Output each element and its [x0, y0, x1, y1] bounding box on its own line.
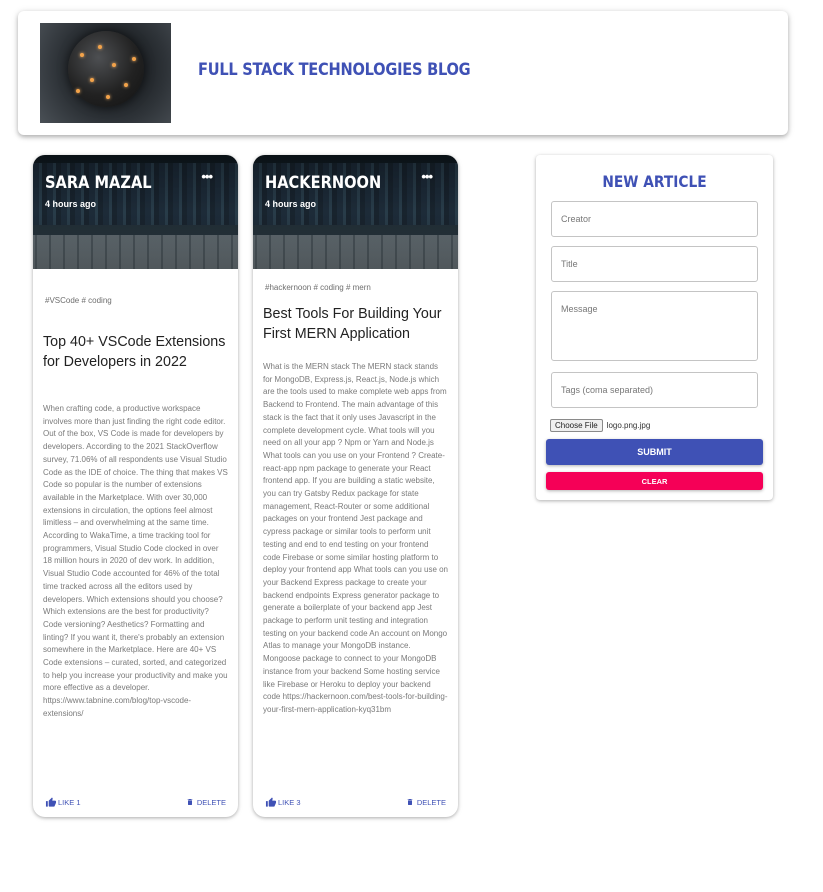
post-tags: #VSCode # coding [45, 296, 112, 305]
delete-button[interactable]: DELETE [406, 797, 446, 807]
message-field[interactable]: Message [551, 291, 758, 361]
like-button[interactable]: LIKE 3 [265, 797, 301, 808]
creator-placeholder: Creator [561, 214, 592, 224]
delete-label: DELETE [196, 797, 226, 807]
post-time: 4 hours ago [265, 199, 317, 209]
file-input: Choose File logo.png.jpg [550, 419, 650, 432]
app-bar: FULL STACK TECHNOLOGIES BLOG [18, 11, 788, 135]
post-message: When crafting code, a productive workspa… [43, 404, 228, 718]
post-card: SARA MAZAL 4 hours ago ••• #VSCode # cod… [33, 155, 238, 817]
post-tags: #hackernoon # coding # mern [265, 283, 371, 292]
more-options-icon[interactable]: ••• [201, 169, 213, 184]
thumb-up-icon [45, 797, 57, 807]
message-placeholder: Message [561, 304, 598, 314]
like-button[interactable]: LIKE 1 [45, 797, 81, 808]
file-name: logo.png.jpg [606, 421, 651, 430]
form-heading: NEW ARTICLE [602, 172, 707, 191]
trash-icon [407, 799, 413, 805]
delete-button[interactable]: DELETE [186, 797, 226, 807]
creator-field[interactable]: Creator [551, 201, 758, 237]
post-title: Best Tools For Building Your First MERN … [263, 306, 442, 342]
post-image: HACKERNOON 4 hours ago ••• [253, 155, 458, 269]
post-message: What is the MERN stack The MERN stack st… [263, 362, 449, 714]
choose-file-button[interactable]: Choose File [550, 419, 603, 432]
post-card: HACKERNOON 4 hours ago ••• #hackernoon #… [253, 155, 458, 817]
post-image: SARA MAZAL 4 hours ago ••• [33, 155, 238, 269]
logo-image [40, 23, 171, 123]
clear-button[interactable]: CLEAR [546, 472, 763, 490]
post-time: 4 hours ago [45, 199, 97, 209]
title-placeholder: Title [561, 259, 578, 269]
post-creator: HACKERNOON [265, 173, 382, 193]
post-actions: LIKE 1 DELETE [45, 797, 226, 811]
post-actions: LIKE 3 DELETE [265, 797, 446, 811]
new-article-form: NEW ARTICLE Creator Title Message Tags (… [536, 155, 773, 500]
tags-placeholder: Tags (coma separated) [561, 385, 654, 395]
post-title: Top 40+ VSCode Extensions for Developers… [43, 334, 226, 370]
delete-label: DELETE [416, 797, 446, 807]
trash-icon [187, 799, 193, 805]
like-label: LIKE 3 [278, 798, 301, 807]
brand-title[interactable]: FULL STACK TECHNOLOGIES BLOG [198, 60, 471, 80]
title-field[interactable]: Title [551, 246, 758, 282]
thumb-up-icon [265, 797, 277, 807]
like-label: LIKE 1 [58, 798, 81, 807]
submit-button[interactable]: SUBMIT [546, 439, 763, 465]
post-creator: SARA MAZAL [45, 173, 152, 193]
more-options-icon[interactable]: ••• [421, 169, 433, 184]
tags-field[interactable]: Tags (coma separated) [551, 372, 758, 408]
